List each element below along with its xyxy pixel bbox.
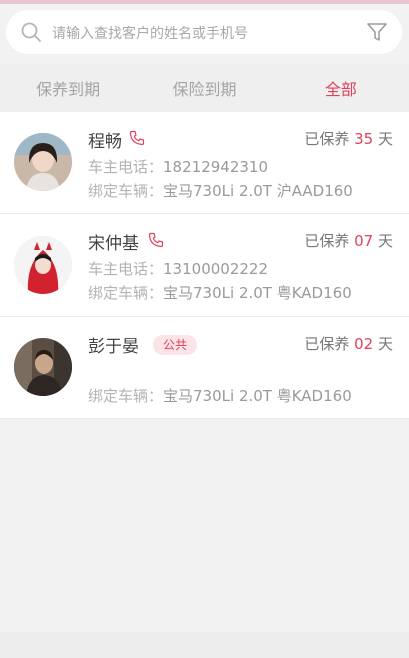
vehicle-value: 宝马730Li 2.0T 粤KAD160 (163, 387, 352, 405)
vehicle-value: 宝马730Li 2.0T 沪AAD160 (163, 182, 353, 200)
status-suffix: 天 (377, 335, 393, 353)
owner-phone-value: 18212942310 (163, 158, 268, 176)
search-bar[interactable]: 请输入查找客户的姓名或手机号 (6, 10, 402, 54)
status-days: 35 (354, 130, 374, 148)
owner-phone-row: 车主电话：13100002222 (88, 258, 268, 279)
vehicle-label: 绑定车辆： (88, 284, 164, 302)
owner-phone-label: 车主电话： (88, 260, 164, 278)
search-icon (21, 22, 41, 42)
status-prefix: 已保养 (304, 232, 350, 250)
avatar (14, 338, 72, 396)
maintenance-status: 已保养 07 天 (304, 230, 393, 251)
search-input[interactable]: 请输入查找客户的姓名或手机号 (52, 23, 248, 43)
owner-phone-value: 13100002222 (163, 260, 268, 278)
customer-card[interactable]: 彭于晏 公共 已保养 02 天 绑定车辆：宝马730Li 2.0T 粤KAD16… (0, 317, 409, 419)
status-suffix: 天 (377, 130, 393, 148)
customer-card[interactable]: 宋仲基 已保养 07 天 车主电话：13100002222 绑定车辆：宝马730… (0, 214, 409, 317)
public-tag: 公共 (153, 335, 198, 355)
filter-tabs: 保养到期 保险到期 全部 (0, 64, 409, 112)
avatar (14, 236, 72, 294)
tab-all[interactable]: 全部 (273, 64, 409, 112)
owner-phone-row: 车主电话：18212942310 (88, 156, 268, 177)
customer-card[interactable]: 程畅 已保养 35 天 车主电话：18212942310 绑定车辆：宝马730L… (0, 112, 409, 214)
status-prefix: 已保养 (304, 130, 350, 148)
status-suffix: 天 (377, 232, 393, 250)
tab-maintenance-due[interactable]: 保养到期 (0, 64, 136, 112)
vehicle-row: 绑定车辆：宝马730Li 2.0T 粤KAD160 (88, 385, 352, 406)
vehicle-row: 绑定车辆：宝马730Li 2.0T 沪AAD160 (88, 180, 353, 201)
customer-name: 程畅 (88, 132, 122, 152)
vehicle-value: 宝马730Li 2.0T 粤KAD160 (163, 284, 352, 302)
vehicle-row: 绑定车辆：宝马730Li 2.0T 粤KAD160 (88, 282, 352, 303)
bottom-area (0, 632, 409, 658)
tab-insurance-due[interactable]: 保险到期 (136, 64, 272, 112)
phone-icon[interactable] (148, 232, 164, 248)
status-days: 07 (354, 232, 374, 250)
customer-name: 宋仲基 (88, 234, 139, 254)
vehicle-label: 绑定车辆： (88, 182, 164, 200)
vehicle-label: 绑定车辆： (88, 387, 164, 405)
customer-list: 程畅 已保养 35 天 车主电话：18212942310 绑定车辆：宝马730L… (0, 112, 409, 419)
status-days: 02 (354, 335, 374, 353)
phone-icon[interactable] (129, 130, 145, 146)
maintenance-status: 已保养 35 天 (304, 128, 393, 149)
avatar (14, 133, 72, 191)
status-prefix: 已保养 (304, 335, 350, 353)
search-header: 请输入查找客户的姓名或手机号 (0, 4, 409, 64)
maintenance-status: 已保养 02 天 (304, 333, 393, 354)
owner-phone-label: 车主电话： (88, 158, 164, 176)
filter-icon[interactable] (366, 21, 388, 43)
customer-name: 彭于晏 (88, 337, 139, 357)
